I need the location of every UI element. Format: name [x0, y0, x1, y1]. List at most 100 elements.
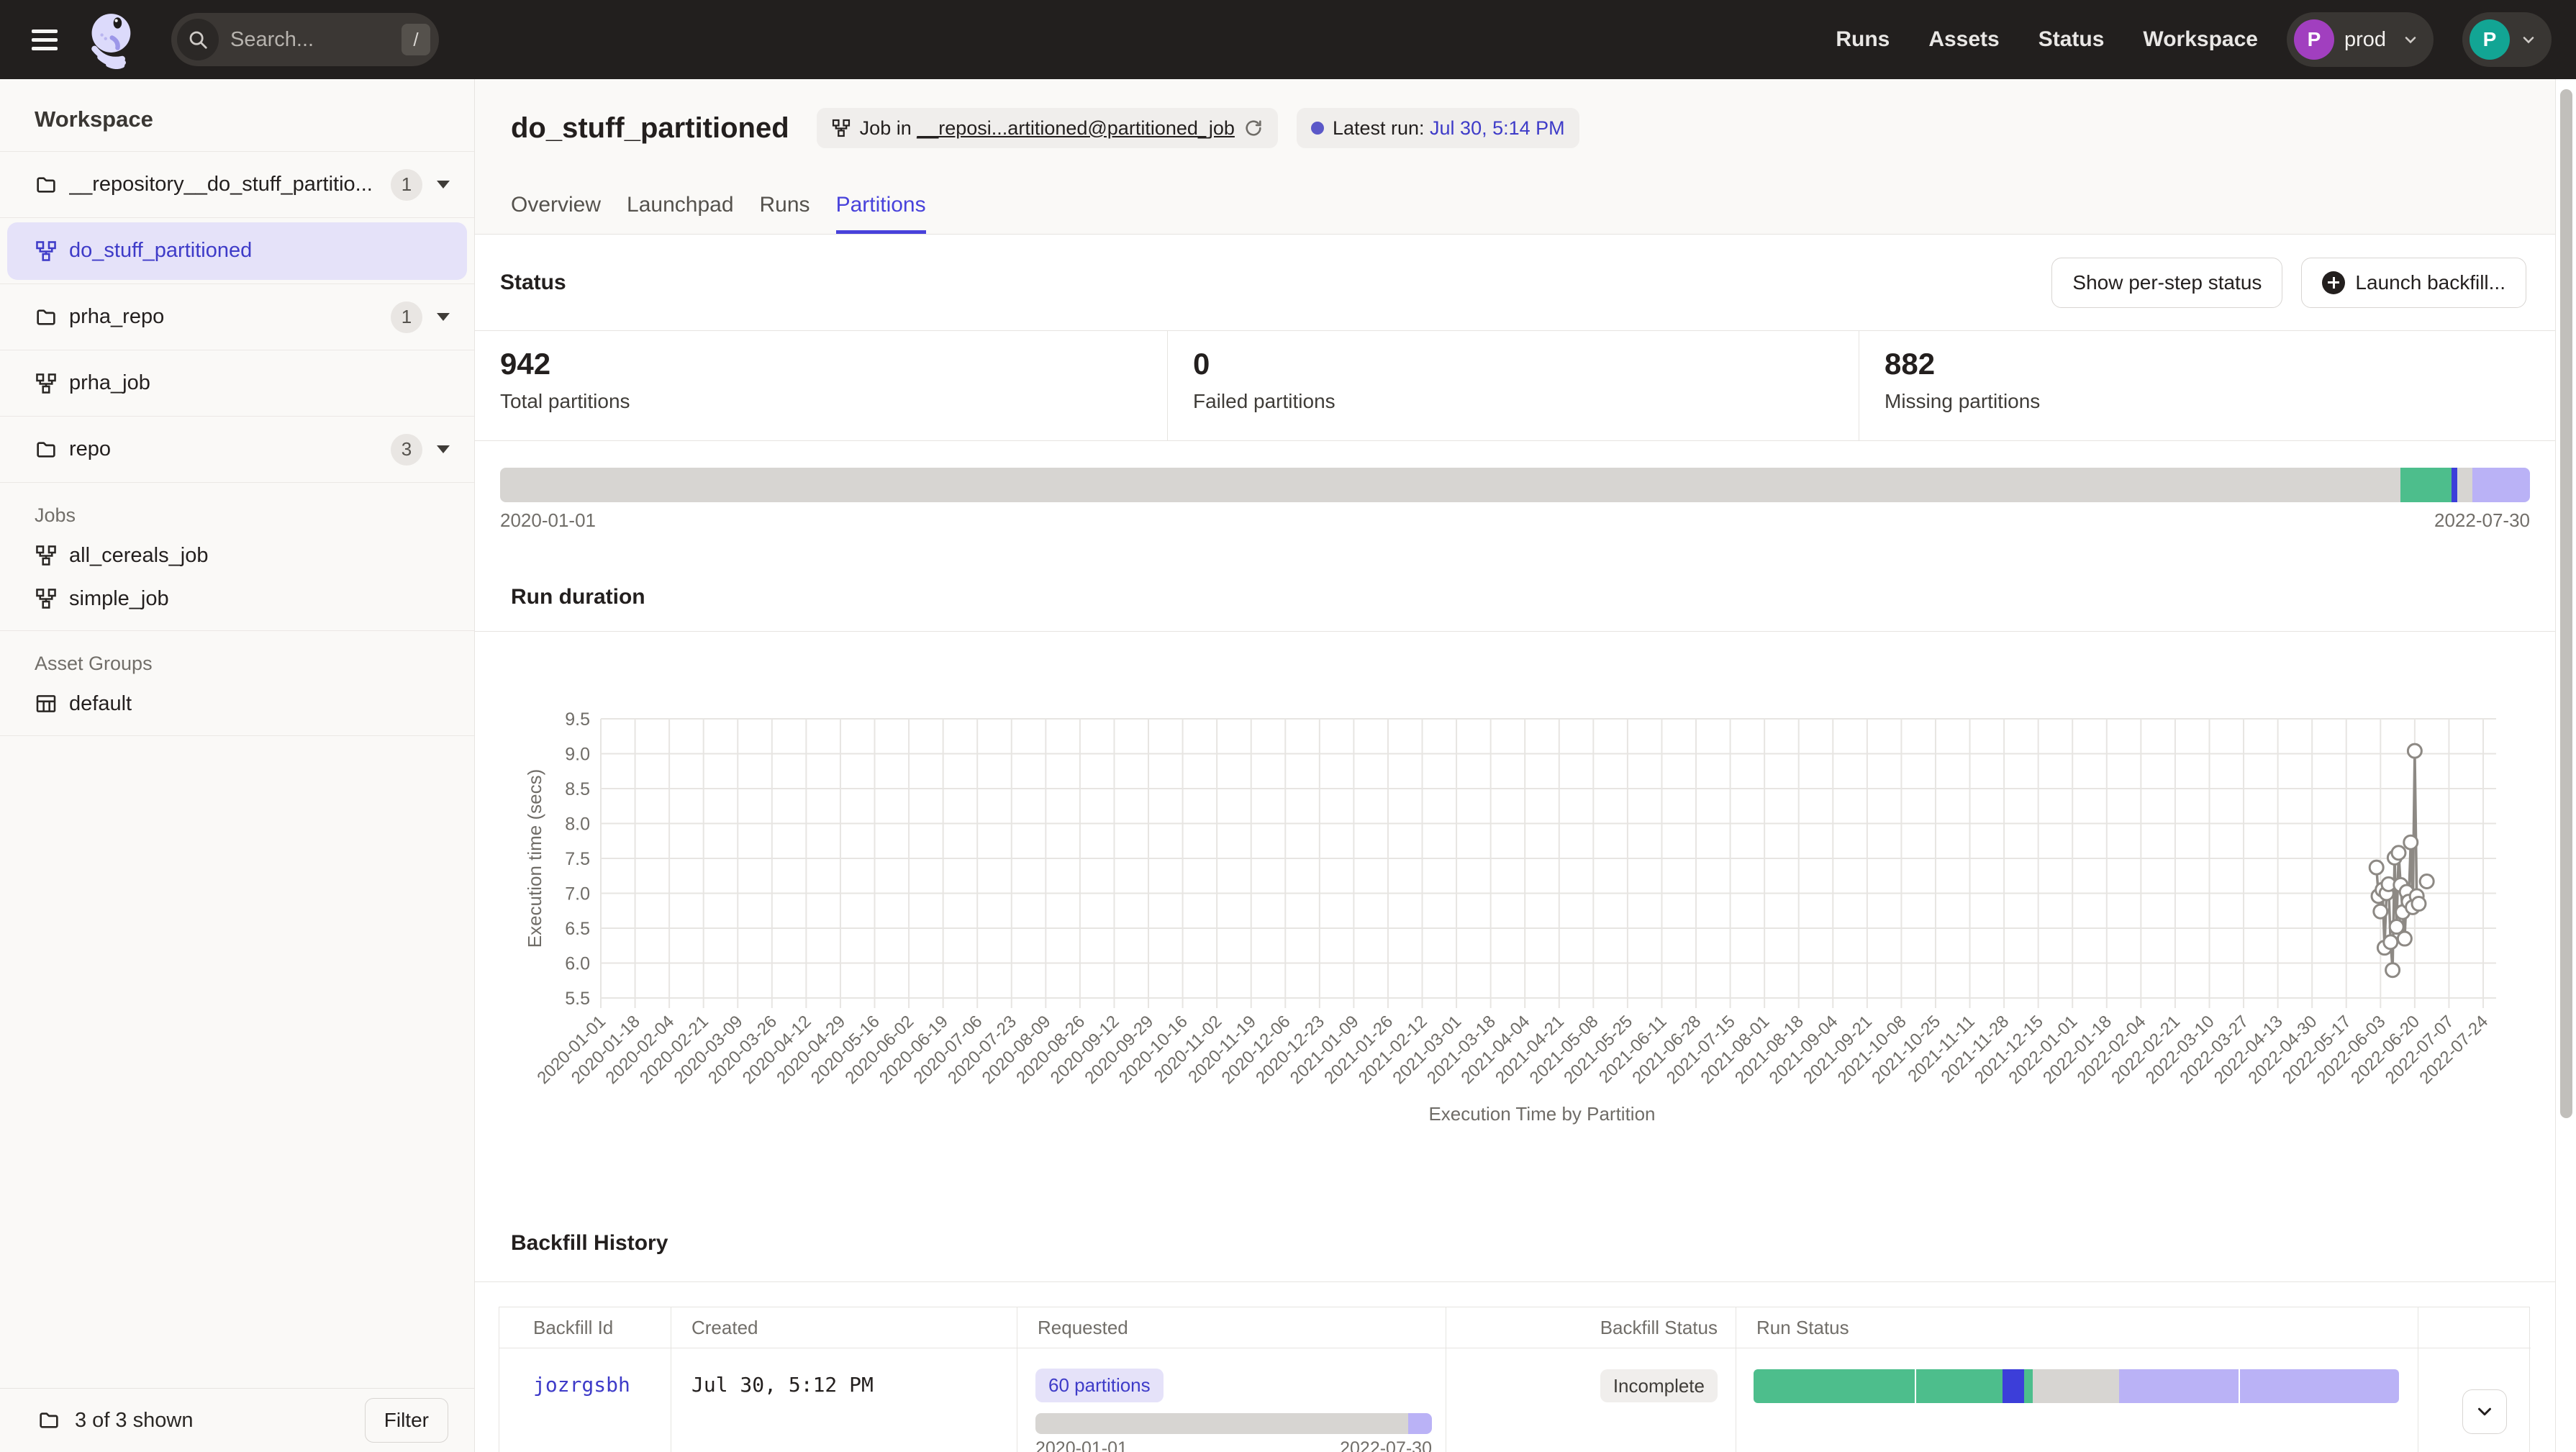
sidebar-item-prha-job[interactable]: prha_job	[0, 350, 474, 417]
sidebar-job-all_cereals_job[interactable]: all_cereals_job	[0, 534, 474, 577]
sidebar-item-label: __repository__do_stuff_partitio...	[69, 173, 373, 196]
latest-run-link[interactable]: Jul 30, 5:14 PM	[1430, 117, 1565, 139]
run-status-bar	[1754, 1369, 2399, 1403]
partition-status-bar-block: 2020-01-01 2022-07-30	[475, 441, 2555, 532]
column-header-created: Created	[671, 1307, 1017, 1348]
svg-text:9.0: 9.0	[565, 745, 590, 765]
tab-partitions[interactable]: Partitions	[836, 193, 926, 234]
asset-groups-heading: Asset Groups	[0, 631, 474, 682]
bar-segment	[2452, 468, 2457, 502]
latest-run-label: Latest run:	[1333, 117, 1430, 139]
sidebar-item-label: prha_repo	[69, 305, 164, 329]
chevron-down-icon	[2402, 31, 2419, 48]
sidebar-asset-groups: Asset Groups default	[0, 631, 474, 736]
caret-down-icon[interactable]	[437, 445, 450, 453]
item-count-badge: 1	[391, 169, 422, 201]
backfill-status-badge: Incomplete	[1600, 1369, 1718, 1402]
sidebar-item-do-stuff-partitioned[interactable]: do_stuff_partitioned	[0, 218, 474, 284]
show-per-step-status-button[interactable]: Show per-step status	[2051, 258, 2282, 308]
svg-text:5.5: 5.5	[565, 989, 590, 1009]
sidebar-jobs-group: Jobs all_cereals_job simple_job	[0, 483, 474, 631]
backfill-history-table: Backfill IdCreatedRequestedBackfill Stat…	[499, 1307, 2530, 1452]
job-icon	[35, 372, 58, 395]
search-input[interactable]	[230, 28, 402, 52]
status-heading: Status	[500, 271, 566, 295]
page-header: do_stuff_partitioned Job in __reposi...a…	[475, 79, 2555, 235]
sidebar-item-prha-repo[interactable]: prha_repo1	[0, 284, 474, 350]
caret-down-icon[interactable]	[437, 313, 450, 321]
job-location-tag: Job in __reposi...artitioned@partitioned…	[817, 108, 1278, 148]
launch-backfill-button[interactable]: Launch backfill...	[2301, 258, 2526, 308]
search-shortcut-key: /	[402, 24, 430, 55]
nav-link-workspace[interactable]: Workspace	[2143, 27, 2258, 52]
main-content: do_stuff_partitioned Job in __reposi...a…	[475, 79, 2555, 1452]
tab-overview[interactable]: Overview	[511, 193, 601, 234]
sidebar-job-simple_job[interactable]: simple_job	[0, 577, 474, 620]
deployment-name: prod	[2344, 28, 2386, 52]
stat-failed-partitions: 0 Failed partitions	[1168, 331, 1859, 440]
column-header-backfill-status: Backfill Status	[1446, 1307, 1736, 1348]
sidebar-item-repo[interactable]: repo3	[0, 417, 474, 483]
svg-text:7.0: 7.0	[565, 884, 590, 904]
refresh-icon[interactable]	[1243, 118, 1264, 138]
sidebar-item--repository-do-stuff-partitio-[interactable]: __repository__do_stuff_partitio... 1	[0, 152, 474, 218]
hamburger-menu-icon[interactable]	[32, 24, 63, 55]
job-icon	[35, 587, 58, 610]
tab-runs[interactable]: Runs	[760, 193, 810, 234]
user-menu[interactable]: P	[2462, 12, 2552, 67]
sidebar-item-label: prha_job	[69, 371, 150, 395]
job-tag-prefix: Job in	[860, 117, 917, 139]
top-nav: / Runs Assets Status Workspace P prod P	[0, 0, 2576, 79]
filter-button[interactable]: Filter	[365, 1398, 448, 1443]
svg-text:Execution time (secs): Execution time (secs)	[524, 769, 545, 948]
svg-text:Execution Time by Partition: Execution Time by Partition	[1428, 1103, 1655, 1125]
backfill-requested-cell: 60 partitions 2020-01-01 2022-07-30	[1017, 1348, 1446, 1452]
bar-segment	[2024, 1369, 2033, 1403]
search-icon	[177, 19, 219, 60]
nav-link-assets[interactable]: Assets	[1928, 27, 1999, 52]
deployment-avatar: P	[2294, 19, 2334, 60]
jobs-heading: Jobs	[0, 483, 474, 534]
sidebar-item-label: do_stuff_partitioned	[69, 239, 252, 263]
stat-total-partitions: 942 Total partitions	[475, 331, 1168, 440]
expand-row-button[interactable]	[2462, 1389, 2507, 1434]
sidebar-title: Workspace	[0, 79, 474, 152]
bar-segment	[2003, 1369, 2024, 1403]
svg-text:6.5: 6.5	[565, 919, 590, 939]
nav-link-status[interactable]: Status	[2038, 27, 2105, 52]
table-header-row: Backfill IdCreatedRequestedBackfill Stat…	[499, 1307, 2529, 1348]
latest-run-tag: Latest run: Jul 30, 5:14 PM	[1297, 108, 1579, 148]
tab-launchpad[interactable]: Launchpad	[627, 193, 733, 234]
item-count-badge: 3	[391, 434, 422, 466]
bar-segment	[1408, 1413, 1432, 1434]
column-header-actions	[2418, 1307, 2531, 1348]
partition-range-end: 2022-07-30	[2434, 509, 2530, 532]
svg-text:9.5: 9.5	[565, 709, 590, 730]
top-nav-links: Runs Assets Status Workspace	[1836, 27, 2258, 52]
item-label: default	[69, 692, 132, 716]
svg-text:7.5: 7.5	[565, 849, 590, 869]
dagster-logo-icon[interactable]	[83, 10, 142, 69]
search-box[interactable]: /	[171, 13, 439, 66]
run-status-dot	[1311, 122, 1324, 135]
folder-icon	[35, 173, 58, 196]
tab-bar: Overview Launchpad Runs Partitions	[475, 193, 2555, 234]
bar-segment	[2119, 1369, 2239, 1403]
row-expand-cell	[2418, 1348, 2531, 1452]
bar-segment	[1754, 1369, 1915, 1403]
nav-link-runs[interactable]: Runs	[1836, 27, 1890, 52]
sidebar-asset-group-default[interactable]: default	[0, 682, 474, 725]
asset-group-icon	[35, 692, 58, 715]
backfill-id-link[interactable]: jozrgsbh	[533, 1373, 630, 1397]
backfill-created: Jul 30, 5:12 PM	[671, 1348, 1017, 1452]
column-header-backfill-id: Backfill Id	[499, 1307, 671, 1348]
chevron-down-icon	[2520, 31, 2537, 48]
job-location-link[interactable]: __reposi...artitioned@partitioned_job	[917, 117, 1235, 139]
svg-text:8.0: 8.0	[565, 815, 590, 835]
deployment-switcher[interactable]: P prod	[2287, 12, 2434, 67]
scrollbar-thumb[interactable]	[2560, 89, 2572, 1118]
caret-down-icon[interactable]	[437, 181, 450, 189]
requested-partitions-tag[interactable]: 60 partitions	[1035, 1369, 1164, 1402]
item-label: simple_job	[69, 587, 169, 611]
bar-segment	[2033, 1369, 2119, 1403]
